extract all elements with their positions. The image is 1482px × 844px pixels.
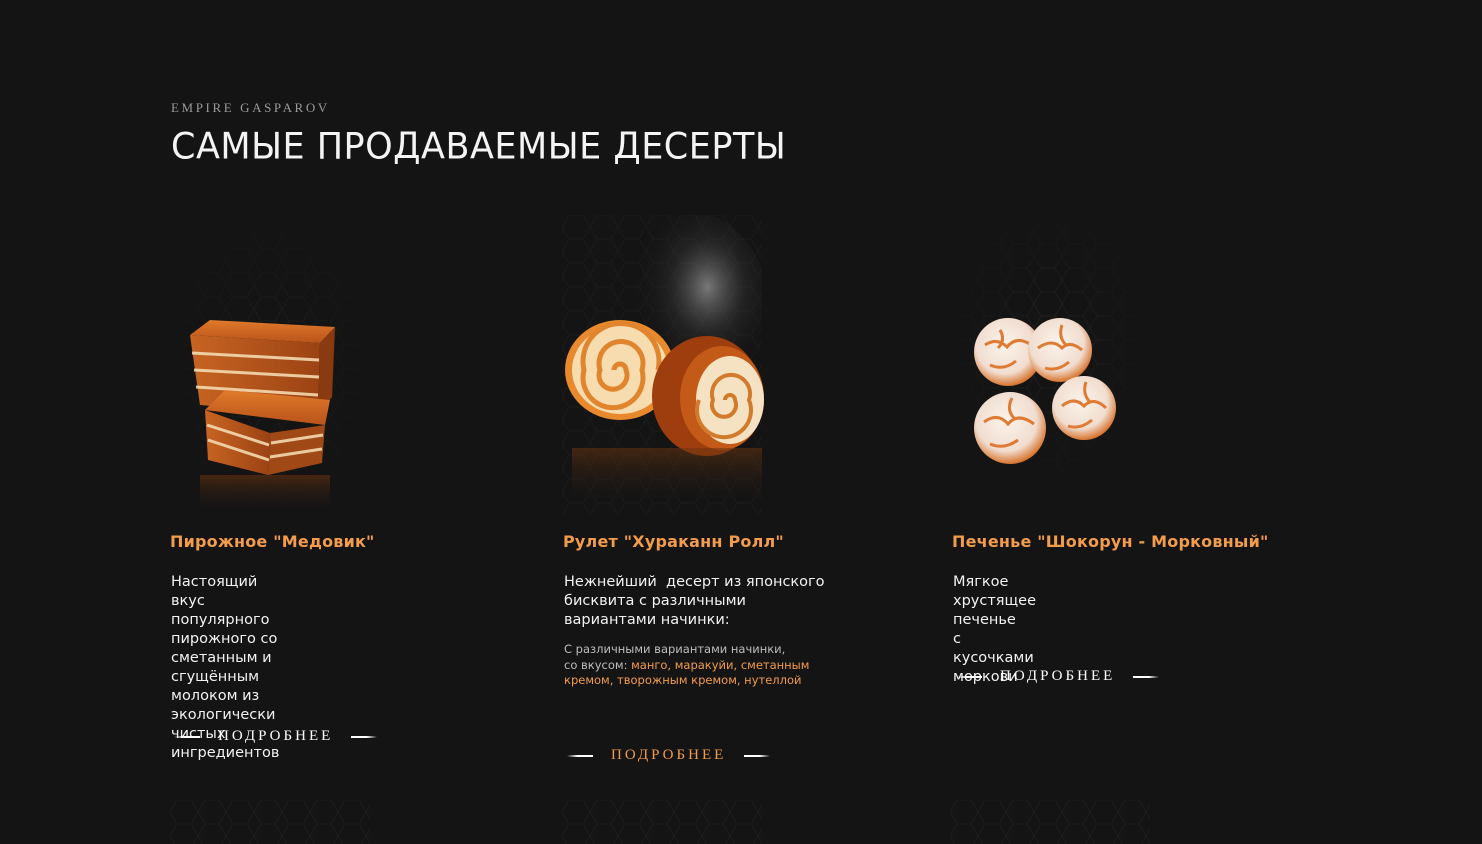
section-eyebrow: EMPIRE GASPAROV [171, 100, 330, 115]
divider-line [744, 754, 771, 757]
description-line: Нежнейший десерт из японского [564, 574, 825, 590]
divider-line [956, 675, 982, 678]
description-line: Мягкое хрустящее печенье [953, 574, 1037, 628]
description-line: сгущённым молоком из [171, 669, 260, 704]
divider-line [567, 754, 593, 757]
description-line: бисквита с различными [564, 593, 746, 609]
more-button[interactable]: ПОДРОБНЕЕ [956, 668, 1160, 685]
page: EMPIRE GASPAROV САМЫЕ ПРОДАВАЕМЫЕ ДЕСЕРТ… [0, 0, 1482, 844]
product-name[interactable]: Рулет "Хураканн Ролл" [563, 532, 784, 551]
note-text: со вкусом: [564, 657, 632, 672]
section-title: САМЫЕ ПРОДАВАЕМЫЕ ДЕСЕРТЫ [171, 126, 787, 168]
divider-line [1133, 675, 1160, 678]
product-description: Нежнейший десерт из японского бисквита с… [564, 573, 825, 630]
honey-cake-image [180, 315, 340, 515]
more-button-label: ПОДРОБНЕЕ [218, 728, 334, 744]
roll-cake-image [562, 318, 772, 508]
product-name[interactable]: Пирожное "Медовик" [170, 532, 375, 551]
note-flavors: кремом, творожным кремом, нутеллой [564, 673, 802, 687]
note-flavors: манго, маракуйи, сметанным [631, 657, 810, 672]
hex-pattern-decoration [950, 800, 1150, 844]
more-button-label: ПОДРОБНЕЕ [1000, 668, 1116, 684]
description-line: пирожного со сметанным и [171, 631, 278, 666]
description-line: вариантами начинки: [564, 612, 730, 628]
hex-pattern-decoration [562, 800, 762, 844]
more-button-label: ПОДРОБНЕЕ [611, 747, 727, 763]
product-filling-note: С различными вариантами начинки, со вкус… [564, 642, 834, 689]
more-button[interactable]: ПОДРОБНЕЕ [567, 747, 771, 764]
note-line: со вкусом: манго, маракуйи, сметанным [564, 658, 834, 674]
crinkle-cookies-image [970, 310, 1120, 475]
description-line: Настоящий вкус популярного [171, 574, 270, 628]
divider-line [174, 735, 200, 738]
more-button[interactable]: ПОДРОБНЕЕ [174, 728, 378, 745]
hex-pattern-decoration [170, 800, 370, 844]
product-name[interactable]: Печенье "Шокорун - Морковный" [952, 532, 1269, 551]
divider-line [351, 735, 378, 738]
description-line: ингредиентов [171, 745, 280, 761]
note-line: С различными вариантами начинки, [564, 642, 786, 656]
